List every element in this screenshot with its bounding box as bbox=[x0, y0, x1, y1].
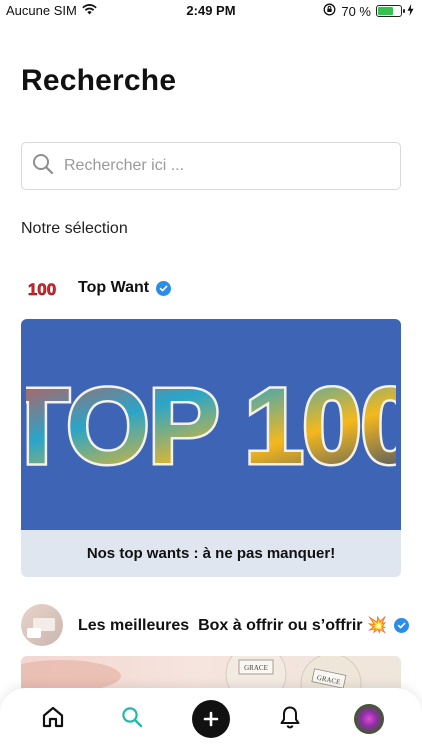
nav-home[interactable] bbox=[31, 697, 75, 741]
banner-text: TOP 100 bbox=[26, 365, 396, 485]
bell-icon bbox=[279, 705, 301, 734]
card-header-box[interactable]: Les meilleures Box à offrir ou s’offrir … bbox=[21, 604, 409, 646]
verified-badge-icon bbox=[156, 280, 172, 296]
profile-avatar bbox=[353, 704, 384, 734]
avatar-box bbox=[21, 604, 63, 646]
bottom-nav bbox=[0, 688, 422, 750]
card-title: Les meilleures Box à offrir ou s’offrir … bbox=[78, 617, 387, 634]
card-top-want[interactable]: TOP 100 Nos top wants : à ne pas manquer… bbox=[21, 319, 401, 577]
battery-percent: 70 % bbox=[341, 3, 371, 19]
add-icon bbox=[191, 700, 230, 738]
card-caption: Nos top wants : à ne pas manquer! bbox=[86, 545, 336, 562]
card-title: Top Want bbox=[78, 279, 150, 296]
search-icon bbox=[121, 706, 143, 733]
home-icon bbox=[41, 705, 65, 734]
avatar-top-want: 100 bbox=[21, 267, 63, 309]
card-header-top-want[interactable]: 100 Top Want bbox=[21, 267, 172, 309]
card-banner: TOP 100 bbox=[21, 319, 401, 530]
orientation-lock-icon bbox=[323, 3, 336, 19]
avatar-text: 100 bbox=[28, 280, 56, 299]
status-bar: Aucune SIM 2:49 PM 70 % bbox=[0, 0, 422, 22]
nav-notifications[interactable] bbox=[268, 697, 312, 741]
section-label: Notre sélection bbox=[21, 220, 128, 237]
nav-profile[interactable] bbox=[347, 697, 391, 741]
search-box[interactable] bbox=[21, 142, 401, 190]
status-right: 70 % bbox=[323, 3, 414, 19]
nav-search[interactable] bbox=[110, 697, 154, 741]
search-icon bbox=[32, 153, 54, 180]
nav-add[interactable] bbox=[189, 697, 233, 741]
search-input[interactable] bbox=[64, 157, 364, 175]
top-100-graphic: TOP 100 bbox=[26, 365, 396, 485]
battery-fill bbox=[378, 7, 394, 15]
verified-badge-icon bbox=[393, 617, 409, 633]
battery-icon bbox=[376, 5, 405, 17]
page-title: Recherche bbox=[21, 64, 177, 97]
charging-bolt-icon bbox=[407, 3, 414, 19]
box-label-1: GRACE bbox=[244, 664, 268, 672]
